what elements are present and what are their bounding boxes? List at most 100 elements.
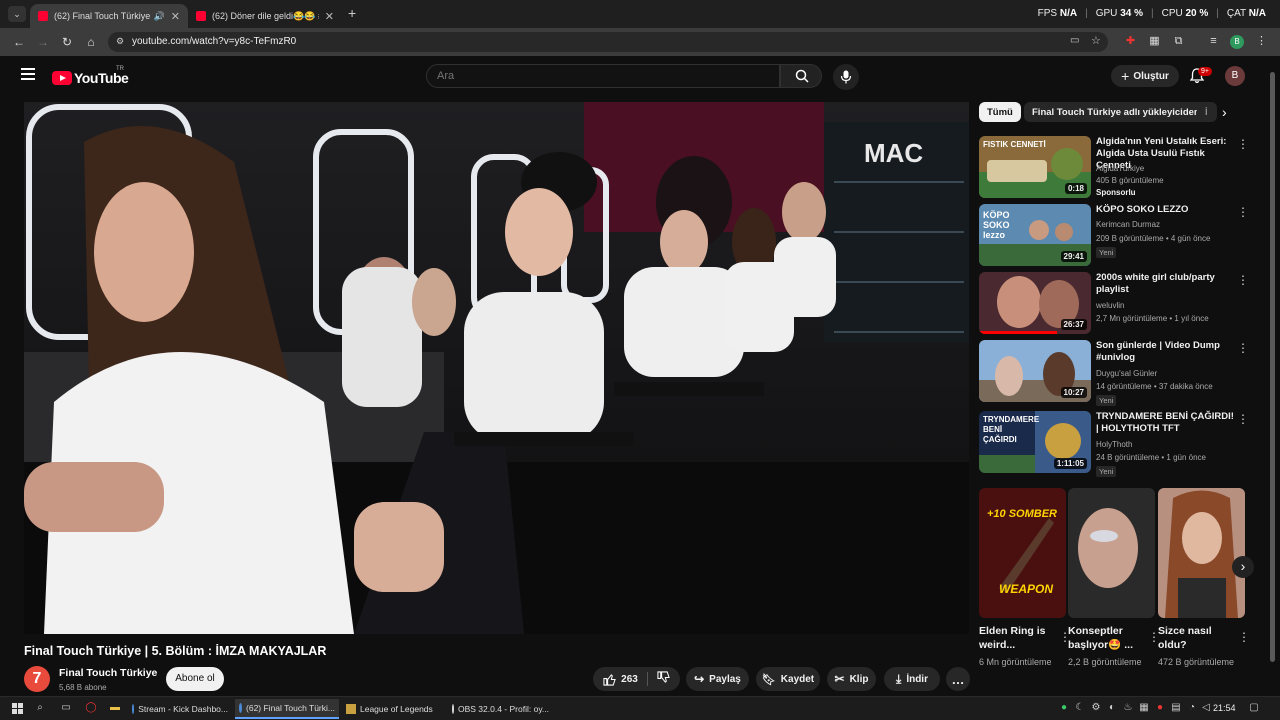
video-thumbnail[interactable]: 26:37 — [979, 272, 1091, 334]
taskbar-app-youtube[interactable]: (62) Final Touch Türki... — [235, 699, 339, 719]
short-title[interactable]: Elden Ring is weird... — [979, 624, 1055, 652]
profile-icon[interactable]: B — [1230, 35, 1244, 49]
channel-name[interactable]: Final Touch Türkiye — [59, 667, 157, 679]
more-options-icon[interactable]: ⋮ — [1237, 206, 1249, 218]
windows-start-icon[interactable] — [12, 703, 23, 714]
recommendation-channel[interactable]: HolyThoth — [1096, 440, 1132, 449]
task-view-icon[interactable]: ▭ — [60, 702, 72, 714]
chip-from-uploader[interactable]: Final Touch Türkiye adlı yükleyiciden — [1024, 102, 1208, 122]
shorts-next-arrow-icon[interactable]: › — [1232, 556, 1254, 578]
media-control-icon[interactable]: ≡ — [1207, 35, 1220, 48]
youtube-logo[interactable]: YouTube — [52, 70, 129, 86]
search-box[interactable] — [426, 64, 780, 88]
recommendation-channel[interactable]: Kerimcan Durmaz — [1096, 220, 1160, 229]
more-options-icon[interactable]: ⋮ — [1237, 342, 1249, 354]
short-title[interactable]: Konseptler başlıyor🤩 ... — [1068, 624, 1144, 652]
steam-icon[interactable]: ♨ — [1122, 702, 1134, 714]
clip-button[interactable]: ✂ Klip — [827, 667, 876, 691]
chip-more[interactable]: İ — [1197, 102, 1217, 122]
more-options-icon[interactable]: ⋮ — [1237, 138, 1249, 150]
reload-icon[interactable]: ↻ — [59, 34, 75, 50]
short-thumbnail[interactable] — [1158, 488, 1245, 618]
short-title[interactable]: Sizce nasıl oldu? — [1158, 624, 1234, 652]
extensions-puzzle-icon[interactable]: ⧉ — [1172, 35, 1185, 48]
taskbar-app-kick[interactable]: Stream - Kick Dashbo... — [128, 699, 232, 719]
chip-all[interactable]: Tümü — [979, 102, 1021, 122]
channel-avatar[interactable]: 7 — [24, 666, 50, 692]
site-info-icon[interactable]: ⚙ — [116, 36, 124, 47]
home-icon[interactable]: ⌂ — [83, 34, 99, 50]
pdf-extension-icon[interactable]: ✚ — [1124, 35, 1137, 48]
url-text[interactable]: youtube.com/watch?v=y8c-TeFmzR0 — [132, 36, 296, 47]
recommendation-title[interactable]: 2000s white girl club/party playlist — [1096, 272, 1236, 296]
video-thumbnail[interactable]: KÖPO SOKO lezzo 29:41 — [979, 204, 1091, 266]
search-button[interactable] — [780, 64, 822, 88]
voice-search-button[interactable] — [833, 64, 859, 90]
file-explorer-icon[interactable]: ▬ — [109, 702, 121, 714]
close-tab-icon[interactable]: ✕ — [325, 10, 334, 23]
new-tab-button[interactable]: + — [348, 5, 356, 21]
hamburger-menu-icon[interactable] — [21, 68, 35, 80]
cast-icon[interactable]: ▭ — [1070, 35, 1079, 46]
more-options-icon[interactable]: ⋮ — [1238, 630, 1250, 644]
subscribe-button[interactable]: Abone ol — [166, 667, 224, 691]
tray-icon[interactable]: ▦ — [1138, 702, 1150, 714]
tray-icon[interactable]: ◐ — [1106, 702, 1118, 714]
video-player[interactable]: MAC — [24, 102, 969, 634]
opera-icon[interactable]: ◯ — [85, 702, 97, 714]
short-thumbnail[interactable] — [1068, 488, 1155, 618]
more-actions-button[interactable]: … — [946, 667, 970, 691]
browser-tab[interactable]: (62) Döner dile geldi😂😂 #sh ✕ — [188, 4, 342, 28]
short-item[interactable]: Sizce nasıl oldu? 472 B görüntüleme ⋮ — [1158, 488, 1250, 668]
notification-center-icon[interactable]: ▢ — [1248, 702, 1260, 714]
account-avatar[interactable]: B — [1225, 66, 1245, 86]
bookmark-star-icon[interactable]: ☆ — [1091, 34, 1101, 47]
recommendation-title[interactable]: Son günlerde | Video Dump #univlog — [1096, 340, 1236, 364]
record-icon[interactable]: ● — [1154, 702, 1166, 714]
recommendation-item[interactable]: 10:27 Son günlerde | Video Dump #univlog… — [979, 340, 1254, 406]
save-button[interactable]: 🔖︎ Kaydet — [756, 667, 820, 691]
share-button[interactable]: ↪ Paylaş — [686, 667, 749, 691]
back-icon[interactable]: ← — [11, 34, 27, 50]
short-item[interactable]: +10 SOMBER WEAPON Elden Ring is weird...… — [979, 488, 1071, 668]
recommendation-item[interactable]: TRYNDAMERE BENİ ÇAĞIRDI 1:11:05 TRYNDAME… — [979, 411, 1254, 477]
create-button[interactable]: + Oluştur — [1111, 65, 1179, 87]
clock[interactable]: 21:54 — [1213, 703, 1236, 713]
recommendation-item[interactable]: KÖPO SOKO lezzo 29:41 KÖPO SOKO LEZZO Ke… — [979, 204, 1254, 268]
recommendation-channel[interactable]: Duygu'sal Günler — [1096, 369, 1157, 378]
tab-list-button[interactable]: ⌄ — [8, 6, 26, 22]
tray-icon[interactable]: ☾ — [1074, 702, 1086, 714]
more-options-icon[interactable]: ⋮ — [1237, 274, 1249, 286]
more-options-icon[interactable]: ⋮ — [1237, 413, 1249, 425]
short-thumbnail[interactable]: +10 SOMBER WEAPON — [979, 488, 1066, 618]
search-icon[interactable]: ⌕ — [34, 702, 46, 714]
tray-icon[interactable]: ⚙ — [1090, 702, 1102, 714]
chips-next-arrow-icon[interactable]: › — [1222, 104, 1227, 120]
recommendation-channel[interactable]: weluvlin — [1096, 301, 1124, 310]
whatsapp-icon[interactable]: ● — [1058, 702, 1070, 714]
taskbar-app-league[interactable]: League of Legends — [342, 699, 442, 719]
dislike-button[interactable] — [657, 671, 670, 687]
forward-icon[interactable]: → — [35, 34, 51, 50]
recommendation-channel[interactable]: AlgidaTurkiye — [1096, 164, 1144, 173]
volume-icon[interactable]: ◁ — [1200, 702, 1212, 714]
search-input[interactable] — [437, 70, 767, 82]
recommendation-item[interactable]: 26:37 2000s white girl club/party playli… — [979, 272, 1254, 336]
network-icon[interactable]: ◔ — [1186, 702, 1198, 714]
audio-playing-icon[interactable]: 🔊 — [154, 11, 165, 22]
download-button[interactable]: ⤓ İndir — [884, 667, 940, 691]
video-thumbnail[interactable]: 10:27 — [979, 340, 1091, 402]
close-tab-icon[interactable]: ✕ — [171, 10, 180, 23]
recommendation-title[interactable]: TRYNDAMERE BENİ ÇAĞIRDI! | HOLYTHOTH TFT — [1096, 411, 1236, 435]
taskbar-app-obs[interactable]: OBS 32.0.4 - Profil: oy... — [448, 699, 552, 719]
tray-icon[interactable]: ▤ — [1170, 702, 1182, 714]
video-thumbnail[interactable]: FISTIK CENNETİ 0:18 — [979, 136, 1091, 198]
browser-menu-icon[interactable]: ⋮ — [1255, 35, 1268, 48]
video-thumbnail[interactable]: TRYNDAMERE BENİ ÇAĞIRDI 1:11:05 — [979, 411, 1091, 473]
recommendation-item[interactable]: FISTIK CENNETİ 0:18 Algida'nın Yeni Usta… — [979, 136, 1254, 200]
short-item[interactable]: Konseptler başlıyor🤩 ... 2,2 B görüntüle… — [1068, 488, 1160, 668]
browser-tab-active[interactable]: (62) Final Touch Türkiye | 5 🔊 ✕ — [30, 4, 188, 28]
scrollbar-thumb[interactable] — [1270, 72, 1275, 662]
extension-icon[interactable]: ▦ — [1148, 35, 1161, 48]
recommendation-title[interactable]: KÖPO SOKO LEZZO — [1096, 204, 1236, 216]
